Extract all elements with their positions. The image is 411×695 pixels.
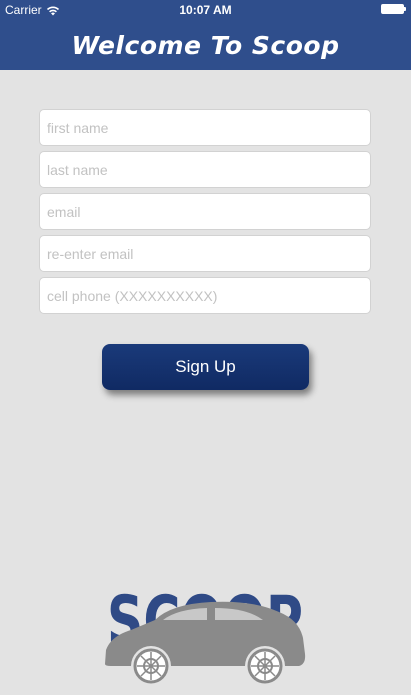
status-bar: Carrier 10:07 AM	[0, 0, 411, 20]
signup-form	[39, 109, 371, 319]
reenter-email-field[interactable]	[39, 235, 371, 272]
sign-up-button[interactable]: Sign Up	[102, 344, 309, 390]
page-title: Welcome To Scoop	[71, 31, 340, 60]
email-field[interactable]	[39, 193, 371, 230]
scoop-logo: SCOOP	[105, 582, 306, 684]
battery-icon	[381, 4, 406, 14]
app-header: Carrier 10:07 AM Welcome To Scoop	[0, 0, 411, 70]
last-name-field[interactable]	[39, 151, 371, 188]
cell-phone-field[interactable]	[39, 277, 371, 314]
first-name-field[interactable]	[39, 109, 371, 146]
status-time: 10:07 AM	[179, 3, 232, 17]
